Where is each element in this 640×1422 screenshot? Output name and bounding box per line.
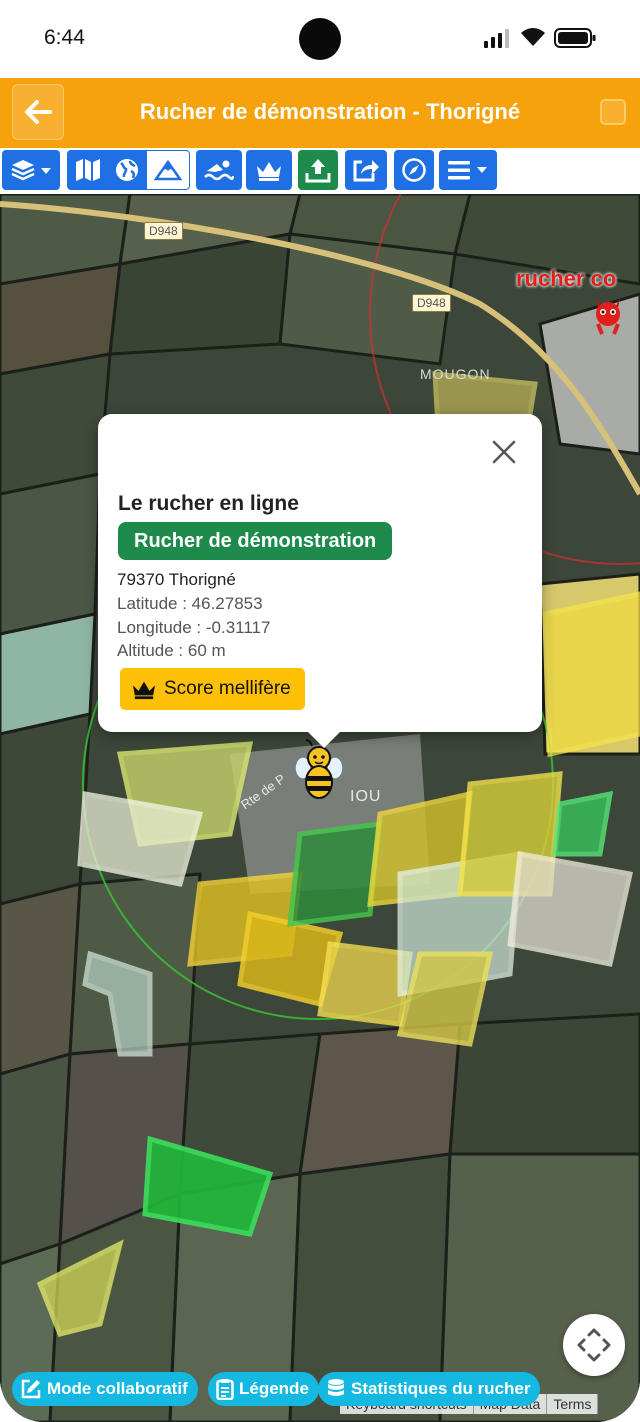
edit-icon xyxy=(21,1379,41,1399)
clipboard-list-icon xyxy=(216,1379,234,1400)
status-time: 6:44 xyxy=(44,26,85,49)
popup-tip xyxy=(308,732,340,748)
apiary-stats-label: Statistiques du rucher xyxy=(351,1379,531,1398)
apiary-altitude: Altitude : 60 m xyxy=(117,641,226,660)
fullscreen-button[interactable] xyxy=(563,1314,625,1376)
map-icon xyxy=(76,159,100,181)
upload-button[interactable] xyxy=(298,150,338,190)
header-checkbox[interactable] xyxy=(600,99,626,125)
swimmer-icon xyxy=(204,160,234,181)
share-icon xyxy=(353,160,379,182)
layers-icon xyxy=(11,160,51,181)
devil-marker-icon[interactable] xyxy=(588,290,628,336)
satellite-map[interactable]: D948 D948 MOUGON IOU Rte de P rucher co xyxy=(0,194,640,1422)
apiary-address: 79370 Thorigné xyxy=(117,570,236,589)
apiary-popup: Le rucher en ligne Rucher de démonstrati… xyxy=(98,414,542,748)
mountain-icon xyxy=(154,159,182,181)
collaborative-mode-label: Mode collaboratif xyxy=(47,1379,188,1398)
wifi-icon xyxy=(521,28,545,46)
popup-heading: Le rucher en ligne xyxy=(118,492,299,515)
menu-button[interactable] xyxy=(439,150,497,190)
terms-link[interactable]: Terms xyxy=(547,1394,599,1414)
collaborative-mode-button[interactable]: Mode collaboratif xyxy=(12,1372,198,1406)
layers-button[interactable] xyxy=(2,150,60,190)
draw-button[interactable] xyxy=(196,150,242,190)
map-view-button[interactable] xyxy=(67,150,109,190)
page-title: Rucher de démonstration - Thorigné xyxy=(139,99,521,124)
score-mellifere-label: Score mellifère xyxy=(164,678,291,699)
apiary-stats-button[interactable]: Statistiques du rucher xyxy=(318,1372,541,1406)
app-header: Rucher de démonstration - Thorigné xyxy=(0,78,640,148)
apiary-name-badge: Rucher de démonstration xyxy=(118,522,393,560)
other-apiary-label[interactable]: rucher co xyxy=(516,266,616,292)
map-tiles xyxy=(0,194,640,1422)
globe-icon xyxy=(116,159,138,181)
fullscreen-icon xyxy=(577,1328,611,1362)
battery-icon xyxy=(554,28,596,48)
upload-icon xyxy=(305,159,331,183)
apiary-longitude: Longitude : -0.31117 xyxy=(117,618,271,637)
arrow-left-icon xyxy=(25,100,52,124)
road-label: D948 xyxy=(412,294,451,312)
satellite-view-button[interactable] xyxy=(108,150,146,190)
score-mellifere-button[interactable]: Score mellifère xyxy=(120,668,305,710)
phone-screen: 6:44 Rucher de démonstration - Thorigné xyxy=(0,0,640,1422)
place-label-mougon: MOUGON xyxy=(420,366,491,382)
database-icon xyxy=(328,1379,344,1396)
locate-button[interactable] xyxy=(394,150,434,190)
share-button[interactable] xyxy=(345,150,387,190)
close-icon[interactable] xyxy=(490,438,518,466)
score-toolbar-button[interactable] xyxy=(246,150,292,190)
status-bar: 6:44 xyxy=(0,0,640,78)
crown-icon xyxy=(257,162,281,181)
terrain-view-button[interactable] xyxy=(146,150,190,190)
place-label-village: IOU xyxy=(350,788,382,805)
map-toolbar xyxy=(0,148,640,194)
legend-label: Légende xyxy=(239,1379,309,1398)
compass-icon xyxy=(402,158,426,182)
legend-button[interactable]: Légende xyxy=(208,1372,319,1406)
back-button[interactable] xyxy=(12,84,64,140)
crown-icon xyxy=(133,681,155,700)
road-label: D948 xyxy=(144,222,183,240)
menu-icon xyxy=(448,161,487,180)
apiary-latitude: Latitude : 46.27853 xyxy=(117,594,263,613)
front-camera xyxy=(299,18,341,60)
signal-icon xyxy=(484,29,509,48)
